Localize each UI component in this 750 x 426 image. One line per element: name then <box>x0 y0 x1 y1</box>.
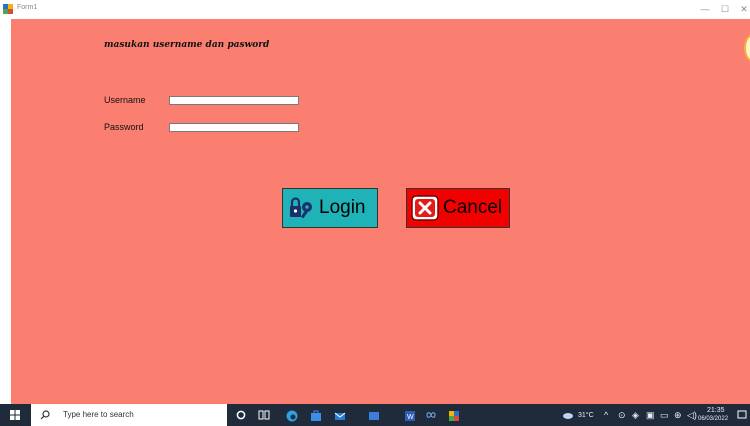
form-client-area <box>11 19 750 404</box>
form-app-icon <box>3 4 13 14</box>
taskbar-search[interactable]: Type here to search <box>31 404 227 426</box>
maximize-icon: ☐ <box>720 4 730 14</box>
cancel-label: Cancel <box>443 197 503 218</box>
minimize-button[interactable]: — <box>695 1 715 18</box>
app-icon[interactable] <box>448 410 460 422</box>
task-view-icon[interactable] <box>258 410 270 420</box>
minimize-icon: — <box>700 4 710 14</box>
tray-icon-1[interactable]: ⊙ <box>618 410 626 421</box>
edge-icon[interactable] <box>286 410 298 422</box>
word-icon[interactable]: W <box>404 410 416 422</box>
network-icon[interactable]: ▣ <box>646 410 655 421</box>
maximize-button[interactable]: ☐ <box>715 1 735 18</box>
close-button[interactable]: ✕ <box>734 1 750 18</box>
clock-time[interactable]: 21:35 <box>707 407 725 414</box>
close-icon: ✕ <box>740 4 748 14</box>
weather-cloud-icon[interactable] <box>562 411 574 419</box>
password-label: Password <box>104 122 144 132</box>
username-label: Username <box>104 95 146 105</box>
form-heading: masukan username dan pasword <box>104 40 270 50</box>
cancel-x-icon <box>411 195 439 221</box>
cortana-icon[interactable] <box>236 410 246 420</box>
search-icon <box>40 410 50 420</box>
svg-text:W: W <box>407 414 414 421</box>
language-icon[interactable]: ⊕ <box>674 410 682 421</box>
login-button[interactable]: Login <box>282 188 378 228</box>
password-field[interactable] <box>169 123 299 132</box>
volume-icon[interactable]: ◁) <box>687 410 697 421</box>
store-icon[interactable] <box>310 410 322 422</box>
notification-icon[interactable] <box>737 410 747 420</box>
photos-icon[interactable] <box>368 410 380 422</box>
weather-temperature: 31°C <box>578 412 594 419</box>
windows-start-icon[interactable] <box>10 410 20 420</box>
infinity-icon[interactable] <box>424 410 438 420</box>
mail-icon[interactable] <box>334 410 346 422</box>
cancel-button[interactable]: Cancel <box>406 188 510 228</box>
keys-icon <box>290 197 312 219</box>
taskbar: Type here to search W 31°C ^ ⊙ ◈ ▣ ▭ ⊕ ◁… <box>0 404 750 426</box>
title-bar: Form1 — ☐ ✕ <box>0 0 750 19</box>
login-label: Login <box>319 197 366 218</box>
username-field[interactable] <box>169 96 299 105</box>
search-placeholder: Type here to search <box>63 410 134 419</box>
window-title: Form1 <box>17 4 38 11</box>
battery-icon[interactable]: ▭ <box>660 410 669 421</box>
clock-date[interactable]: 06/03/2022 <box>698 416 728 422</box>
window-left-border <box>0 19 11 404</box>
tray-icon-2[interactable]: ◈ <box>632 410 639 421</box>
chevron-up-icon[interactable]: ^ <box>604 410 608 420</box>
